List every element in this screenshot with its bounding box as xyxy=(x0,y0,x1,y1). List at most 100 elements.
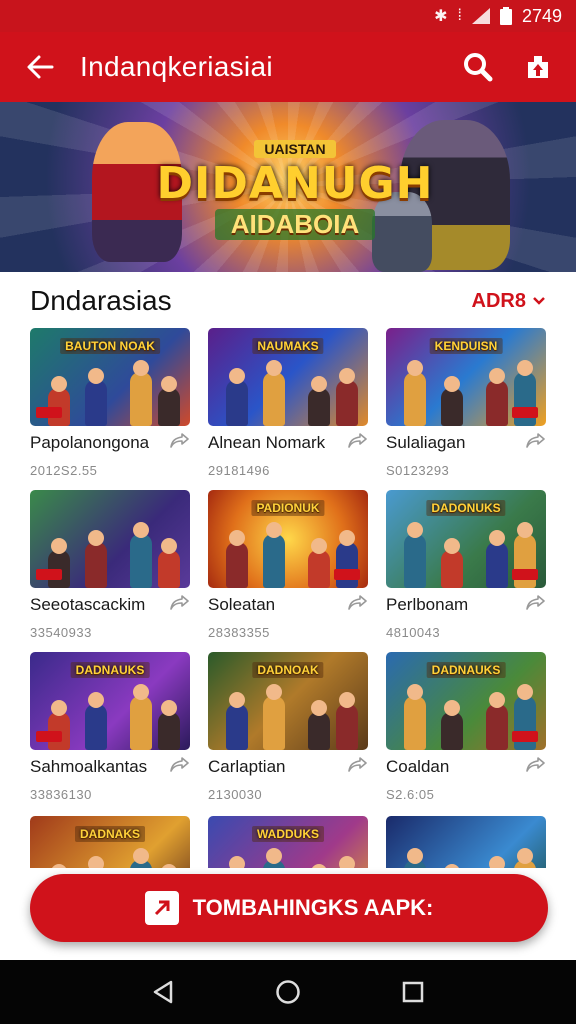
section-title: Dndarasias xyxy=(30,285,172,316)
thumbnail-character-head xyxy=(51,864,67,868)
thumbnail-character-head xyxy=(339,368,355,384)
sort-dropdown[interactable]: ADR8 xyxy=(472,290,546,313)
nav-back-icon xyxy=(153,980,172,1004)
thumbnail-character-head xyxy=(266,360,282,376)
game-thumbnail[interactable]: BAUTON NOAK xyxy=(30,328,190,426)
thumbnail-character xyxy=(486,704,508,750)
nav-recents-button[interactable] xyxy=(393,972,433,1012)
thumbnail-character-head xyxy=(339,856,355,868)
thumbnail-character-head xyxy=(517,848,533,864)
thumbnail-character-head xyxy=(229,692,245,708)
game-name: Coaldan xyxy=(386,756,450,776)
game-card[interactable]: BAUTON NOAK Papolanongona 2012S2.55 xyxy=(30,328,190,478)
signal-icon xyxy=(471,8,490,24)
thumbnail-character-head xyxy=(444,700,460,716)
game-card[interactable]: DADNAUKS Sahmoalkantas 33836130 xyxy=(30,652,190,802)
thumbnail-title: WADDUKS xyxy=(252,826,324,842)
thumbnail-character-head xyxy=(51,538,67,554)
thumbnail-character-head xyxy=(161,538,177,554)
battery-icon xyxy=(499,7,512,25)
share-button[interactable] xyxy=(508,32,568,102)
game-card[interactable] xyxy=(386,816,546,868)
share-icon[interactable] xyxy=(348,432,368,453)
thumbnail-character-head xyxy=(517,522,533,538)
thumbnail-character-head xyxy=(266,522,282,538)
game-card[interactable]: NAUMAKS Alnean Nomark 29181496 xyxy=(208,328,368,478)
game-card[interactable]: DADNOAK Carlaptian 2130030 xyxy=(208,652,368,802)
game-card[interactable]: DADONUKS Perlbonam 4810043 xyxy=(386,490,546,640)
game-thumbnail[interactable] xyxy=(30,490,190,588)
thumbnail-character xyxy=(158,388,180,426)
game-meta: S2.6:05 xyxy=(386,787,435,802)
nav-home-button[interactable] xyxy=(268,972,308,1012)
thumbnail-badge xyxy=(512,569,538,580)
nav-recents-icon xyxy=(403,981,424,1003)
game-card[interactable]: DADNAUKS Coaldan S2.6:05 xyxy=(386,652,546,802)
game-thumbnail[interactable]: DADNAUKS xyxy=(30,652,190,750)
game-thumbnail[interactable]: DADNAKS xyxy=(30,816,190,868)
game-thumbnail[interactable]: KENDUISN xyxy=(386,328,546,426)
game-name-row: Sulaliagan xyxy=(386,432,546,453)
thumbnail-character xyxy=(263,534,285,588)
share-icon[interactable] xyxy=(526,756,546,777)
game-thumbnail[interactable]: DADNAUKS xyxy=(386,652,546,750)
thumbnail-character-head xyxy=(407,684,423,700)
thumbnail-character-head xyxy=(161,700,177,716)
game-thumbnail[interactable]: DADNOAK xyxy=(208,652,368,750)
back-button[interactable] xyxy=(0,32,80,102)
share-icon[interactable] xyxy=(526,432,546,453)
thumbnail-title: DADNOAK xyxy=(252,662,324,678)
thumbnail-character xyxy=(308,712,330,750)
thumbnail-badge xyxy=(512,731,538,742)
thumbnail-character-head xyxy=(444,538,460,554)
page-title: Indanqkeriasiai xyxy=(80,51,273,82)
game-meta: 33540933 xyxy=(30,625,92,640)
thumbnail-character xyxy=(404,696,426,750)
game-name: Papolanongona xyxy=(30,432,150,452)
game-name: Sulaliagan xyxy=(386,432,466,452)
game-card[interactable]: Seeotascackim 33540933 xyxy=(30,490,190,640)
thumbnail-character-head xyxy=(311,538,327,554)
game-card[interactable]: WADDUKS xyxy=(208,816,368,868)
thumbnail-character-head xyxy=(133,522,149,538)
game-card[interactable]: DADNAKS xyxy=(30,816,190,868)
app-toolbar: Indanqkeriasiai xyxy=(0,32,576,102)
thumbnail-character xyxy=(486,542,508,588)
game-name-row: Soleatan xyxy=(208,594,368,615)
share-icon[interactable] xyxy=(170,594,190,615)
thumbnail-character-head xyxy=(339,692,355,708)
share-icon[interactable] xyxy=(170,756,190,777)
game-meta: 28383355 xyxy=(208,625,270,640)
share-icon[interactable] xyxy=(348,594,368,615)
apk-icon xyxy=(144,891,179,925)
thumbnail-character xyxy=(130,534,152,588)
game-thumbnail[interactable]: NAUMAKS xyxy=(208,328,368,426)
thumbnail-character-head xyxy=(133,848,149,864)
game-thumbnail[interactable]: WADDUKS xyxy=(208,816,368,868)
game-card[interactable]: PADIONUK Soleatan 28383355 xyxy=(208,490,368,640)
thumbnail-character xyxy=(441,388,463,426)
share-icon[interactable] xyxy=(348,756,368,777)
thumbnail-character xyxy=(85,704,107,750)
thumbnail-character-head xyxy=(161,376,177,392)
share-icon[interactable] xyxy=(526,594,546,615)
search-button[interactable] xyxy=(448,32,508,102)
game-card[interactable]: KENDUISN Sulaliagan S0123293 xyxy=(386,328,546,478)
game-name-row: Coaldan xyxy=(386,756,546,777)
game-thumbnail[interactable]: PADIONUK xyxy=(208,490,368,588)
thumbnail-badge xyxy=(334,569,360,580)
bluetooth-icon: ✱ xyxy=(434,8,448,25)
nav-back-button[interactable] xyxy=(143,972,183,1012)
thumbnail-character-head xyxy=(88,692,104,708)
download-apk-button[interactable]: TOMBAHINGKS AAPK: xyxy=(30,874,548,942)
game-name-row: Papolanongona xyxy=(30,432,190,453)
thumbnail-character-head xyxy=(229,368,245,384)
thumbnail-title: KENDUISN xyxy=(429,338,503,354)
share-icon[interactable] xyxy=(170,432,190,453)
featured-banner[interactable]: UAISTAN DIDANUGH AIDABOIA xyxy=(0,102,576,272)
game-name-row: Perlbonam xyxy=(386,594,546,615)
thumbnail-title: DADNAUKS xyxy=(70,662,150,678)
thumbnail-character-head xyxy=(133,360,149,376)
game-thumbnail[interactable] xyxy=(386,816,546,868)
game-thumbnail[interactable]: DADONUKS xyxy=(386,490,546,588)
